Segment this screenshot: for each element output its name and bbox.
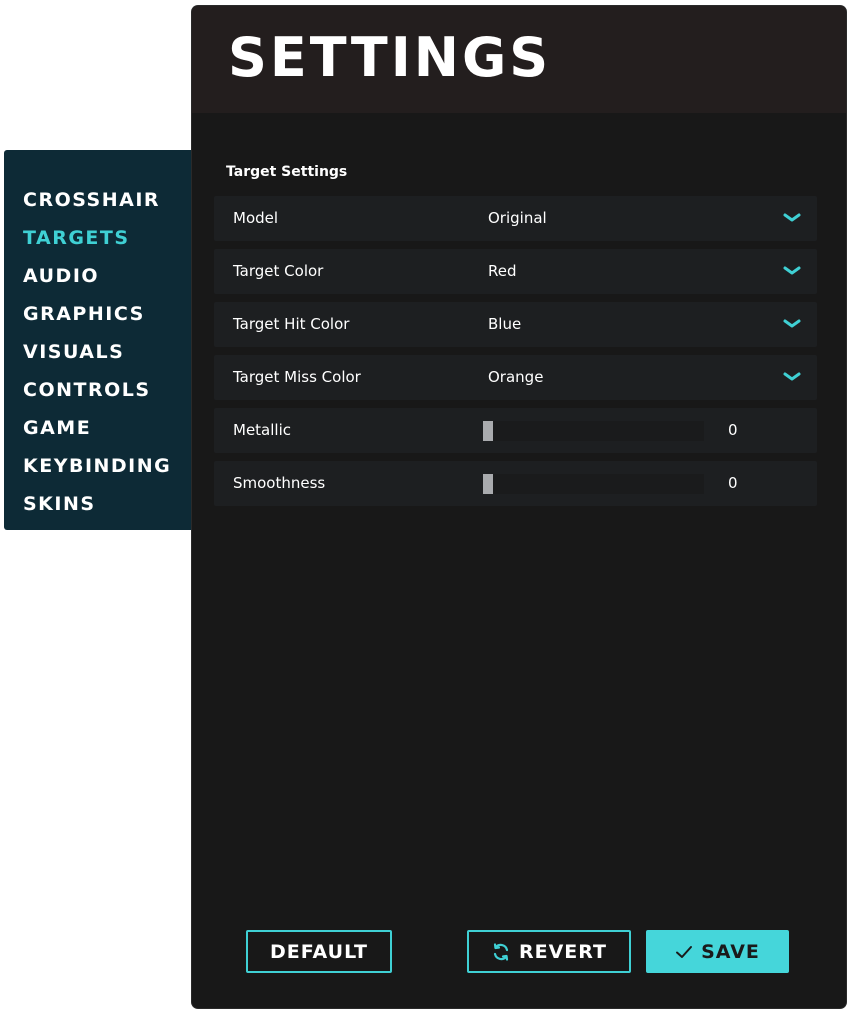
chevron-down-icon[interactable] xyxy=(783,262,801,280)
page-title: SETTINGS xyxy=(228,26,552,89)
metallic-slider[interactable] xyxy=(483,421,704,441)
default-button-label: DEFAULT xyxy=(269,940,369,963)
settings-screen: CROSSHAIR TARGETS AUDIO GRAPHICS VISUALS… xyxy=(0,0,853,1014)
row-label: Target Miss Color xyxy=(233,368,361,386)
row-label: Metallic xyxy=(233,421,291,439)
nav-item-targets[interactable]: TARGETS xyxy=(4,224,191,262)
settings-panel: SETTINGS Target Settings Model Original … xyxy=(192,6,846,1008)
metallic-setting: Metallic 0 xyxy=(214,408,817,453)
revert-button[interactable]: REVERT xyxy=(467,930,631,973)
nav-item-visuals[interactable]: VISUALS xyxy=(4,338,191,376)
smoothness-setting: Smoothness 0 xyxy=(214,461,817,506)
target-miss-color-dropdown[interactable]: Target Miss Color Orange xyxy=(214,355,817,400)
row-label: Target Color xyxy=(233,262,324,280)
row-value: Blue xyxy=(488,315,522,333)
chevron-down-icon[interactable] xyxy=(783,368,801,386)
nav-item-keybinding[interactable]: KEYBINDING xyxy=(4,452,191,490)
row-label: Model xyxy=(233,209,279,227)
nav-item-graphics[interactable]: GRAPHICS xyxy=(4,300,191,338)
slider-handle[interactable] xyxy=(483,474,493,494)
save-button-label: SAVE xyxy=(701,940,760,963)
save-button[interactable]: SAVE xyxy=(646,930,789,973)
model-dropdown[interactable]: Model Original xyxy=(214,196,817,241)
slider-value: 0 xyxy=(728,421,738,439)
nav-item-game[interactable]: GAME xyxy=(4,414,191,452)
slider-value: 0 xyxy=(728,474,738,492)
section-title: Target Settings xyxy=(226,164,348,180)
refresh-icon xyxy=(493,942,509,961)
target-color-dropdown[interactable]: Target Color Red xyxy=(214,249,817,294)
settings-list: Model Original Target Color Red Target H… xyxy=(214,196,817,514)
smoothness-slider[interactable] xyxy=(483,474,704,494)
settings-nav: CROSSHAIR TARGETS AUDIO GRAPHICS VISUALS… xyxy=(4,150,191,530)
row-value: Orange xyxy=(488,368,544,386)
nav-item-controls[interactable]: CONTROLS xyxy=(4,376,191,414)
slider-handle[interactable] xyxy=(483,421,493,441)
row-value: Red xyxy=(488,262,517,280)
default-button[interactable]: DEFAULT xyxy=(246,930,392,973)
check-icon xyxy=(676,945,693,958)
row-label: Smoothness xyxy=(233,474,326,492)
panel-header: SETTINGS xyxy=(192,6,846,113)
nav-item-crosshair[interactable]: CROSSHAIR xyxy=(4,186,191,224)
row-value: Original xyxy=(488,209,547,227)
row-label: Target Hit Color xyxy=(233,315,350,333)
revert-button-label: REVERT xyxy=(518,940,608,963)
chevron-down-icon[interactable] xyxy=(783,209,801,227)
chevron-down-icon[interactable] xyxy=(783,315,801,333)
nav-item-audio[interactable]: AUDIO xyxy=(4,262,191,300)
target-hit-color-dropdown[interactable]: Target Hit Color Blue xyxy=(214,302,817,347)
nav-item-skins[interactable]: SKINS xyxy=(4,490,191,528)
